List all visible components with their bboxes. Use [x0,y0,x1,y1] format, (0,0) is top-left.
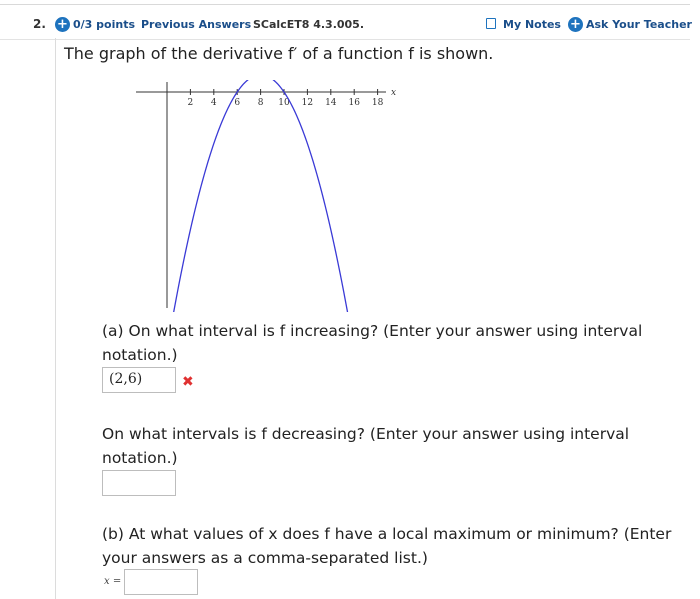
decreasing-answer-field[interactable] [102,470,176,496]
question-number: 2. [33,17,46,31]
derivative-graph: 2 4 6 8 10 12 14 16 18 x [136,80,396,312]
derivative-curve [173,80,349,312]
ask-teacher-icon[interactable]: + [568,17,583,32]
incorrect-icon: ✖ [182,374,194,390]
x-tick-label: 18 [372,98,384,108]
part-a-decreasing-question: On what intervals is f decreasing? (Ente… [102,425,630,467]
x-tick-label: 4 [211,98,217,108]
x-equals-label: x = [104,576,122,587]
ask-teacher-link[interactable]: Ask Your Teacher [586,18,692,31]
part-a-increasing-question: (a) On what interval is f increasing? (E… [102,322,643,364]
part-b-question: (b) At what values of x does f have a lo… [102,525,672,567]
x-tick-label: 12 [302,98,313,108]
plus-circle-icon[interactable]: + [55,17,70,32]
my-notes-link[interactable]: My Notes [503,18,561,31]
x-tick-label: 6 [234,98,240,108]
previous-answers-link[interactable]: Previous Answers [141,18,251,31]
question-header: 2. + 0/3 points Previous Answers SCalcET… [0,4,692,40]
x-tick-label: 16 [348,98,360,108]
x-tick-label: 8 [258,98,264,108]
x-tick-label: 14 [325,98,337,108]
x-tick-label: 2 [188,98,194,108]
problem-reference: SCalcET8 4.3.005. [253,18,365,31]
extrema-answer-field[interactable] [124,569,198,595]
question-stem: The graph of the derivative f′ of a func… [64,44,494,63]
increasing-answer-field[interactable]: (2,6) [102,367,176,393]
points-link[interactable]: 0/3 points [73,18,135,31]
x-axis-label: x [391,88,396,98]
notes-icon[interactable] [486,18,496,29]
